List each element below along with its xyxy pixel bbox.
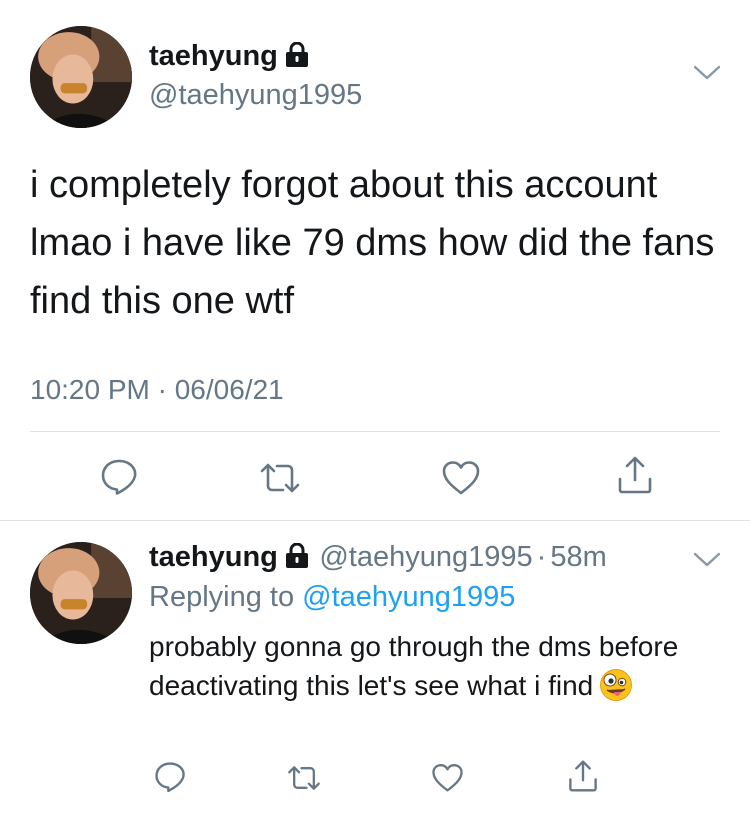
- display-name[interactable]: taehyung: [149, 40, 309, 76]
- replying-prefix: Replying to: [149, 581, 295, 613]
- display-name-text: taehyung: [149, 40, 278, 72]
- share-icon[interactable]: [616, 455, 654, 495]
- share-icon[interactable]: [567, 759, 599, 793]
- retweet-icon[interactable]: [258, 460, 302, 496]
- lock-icon: [285, 41, 309, 76]
- chevron-down-icon[interactable]: [693, 551, 721, 569]
- tweet-timestamp[interactable]: 10:20 PM · 06/06/21: [30, 374, 284, 406]
- divider: [0, 520, 750, 521]
- reply-header: taehyung @taehyung1995 · 58m: [149, 541, 607, 574]
- like-icon[interactable]: [441, 460, 481, 496]
- divider: [30, 431, 720, 432]
- replying-handle-link[interactable]: @taehyung1995: [302, 581, 515, 613]
- reply-text: probably gonna go through the dms before…: [149, 627, 709, 712]
- reply-handle[interactable]: @taehyung1995: [319, 541, 532, 573]
- separator-dot: ·: [536, 541, 547, 573]
- reply-age[interactable]: 58m: [550, 541, 606, 573]
- user-handle[interactable]: @taehyung1995: [149, 79, 362, 112]
- chevron-down-icon[interactable]: [693, 64, 721, 82]
- zany-face-emoji: [599, 668, 633, 712]
- retweet-icon[interactable]: [286, 763, 322, 793]
- reply-display-name[interactable]: taehyung: [149, 541, 278, 573]
- lock-icon: [285, 542, 309, 574]
- reply-avatar[interactable]: [30, 542, 132, 644]
- reply-icon[interactable]: [100, 458, 138, 496]
- like-icon[interactable]: [431, 763, 464, 793]
- avatar[interactable]: [30, 26, 132, 128]
- replying-to: Replying to @taehyung1995: [149, 581, 515, 614]
- reply-icon[interactable]: [154, 761, 186, 793]
- tweet-text: i completely forgot about this account l…: [30, 164, 715, 322]
